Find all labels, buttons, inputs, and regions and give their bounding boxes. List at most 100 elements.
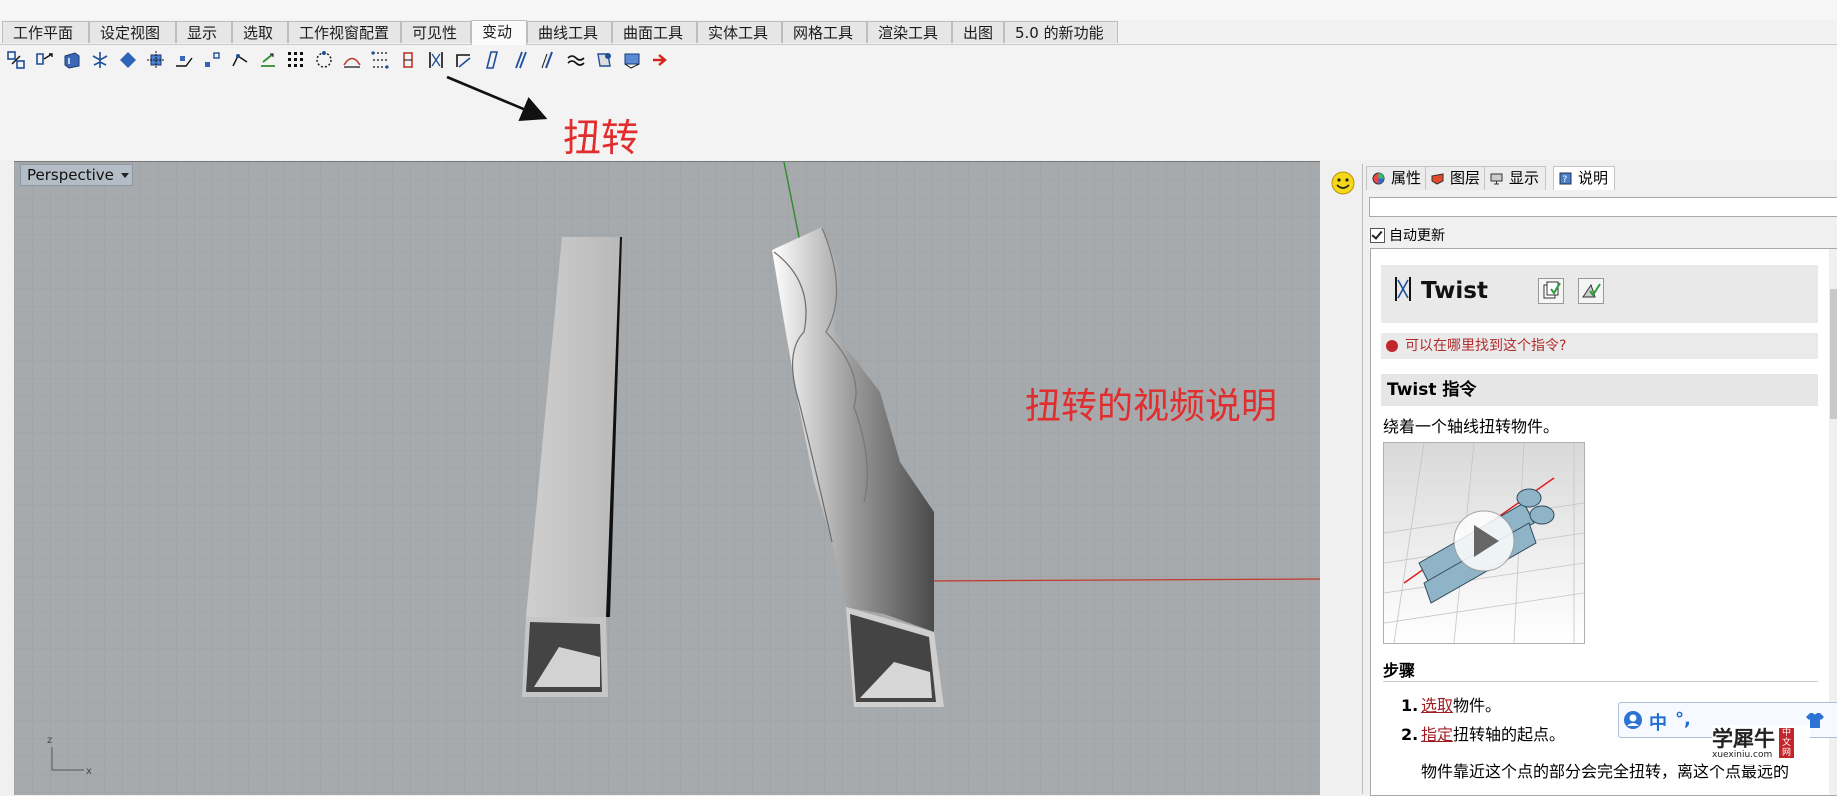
splop-icon[interactable] xyxy=(593,49,615,71)
steps-divider xyxy=(1383,681,1818,682)
smash-icon[interactable] xyxy=(509,49,531,71)
project-icon[interactable] xyxy=(257,49,279,71)
step-link-specify[interactable]: 指定 xyxy=(1421,725,1453,744)
scrollbar-thumb[interactable] xyxy=(1830,289,1837,419)
command-help-input[interactable] xyxy=(1369,197,1837,217)
tab-mesh-tools[interactable]: 网格工具 xyxy=(782,21,867,43)
tab-help[interactable]: ? 说明 xyxy=(1553,166,1616,190)
tab-display-panel[interactable]: 显示 xyxy=(1484,166,1547,190)
panel-divider xyxy=(1320,161,1362,794)
ime-punct[interactable]: °, xyxy=(1675,709,1691,730)
auto-update-label: 自动更新 xyxy=(1389,228,1445,244)
tab-transform[interactable]: 变动 xyxy=(471,20,527,45)
watermark-badge: 中文网 xyxy=(1779,728,1794,758)
mirror-icon[interactable] xyxy=(117,49,139,71)
twist-annotation: 扭转 xyxy=(563,116,640,160)
shear-icon[interactable] xyxy=(481,49,503,71)
step-number: 2. xyxy=(1401,725,1419,744)
viewport-name-label[interactable]: Perspective xyxy=(20,164,133,186)
tab-layers-label: 图层 xyxy=(1450,169,1481,187)
tab-drafting[interactable]: 出图 xyxy=(952,21,1004,43)
checkbox-checked-icon[interactable] xyxy=(1370,227,1385,243)
command-heading: Twist 指令 xyxy=(1381,374,1818,406)
scale-icon[interactable] xyxy=(89,49,111,71)
video-annotation: 扭转的视频说明 xyxy=(1025,386,1278,427)
tab-solid-tools[interactable]: 实体工具 xyxy=(697,21,782,43)
tab-visibility[interactable]: 可见性 xyxy=(401,21,471,43)
title-strip xyxy=(0,0,1837,20)
side-panel: 属性 图层 显示 ? 说明 自动更新 Twist 可以在哪里找到这个指令? Tw… xyxy=(1362,164,1837,796)
tab-properties[interactable]: 属性 xyxy=(1366,166,1429,190)
rotate-icon[interactable] xyxy=(61,49,83,71)
align-icon[interactable] xyxy=(201,49,223,71)
taper-icon[interactable] xyxy=(453,49,475,71)
steps-heading: 步骤 xyxy=(1383,661,1416,680)
twist-command-icon xyxy=(1395,277,1411,301)
tab-whats-new[interactable]: 5.0 的新功能 xyxy=(1004,21,1118,43)
display-icon xyxy=(1490,173,1503,185)
ribbon-tab-bar: 工作平面 设定视图 显示 选取 工作视窗配置 可见性 变动 曲线工具 曲面工具 … xyxy=(0,20,1837,45)
ime-language[interactable]: 中 xyxy=(1649,709,1667,735)
control-points-icon[interactable] xyxy=(397,49,419,71)
where-to-find-link[interactable]: 可以在哪里找到这个指令? xyxy=(1381,333,1818,359)
viewport-scene: z x xyxy=(14,162,1320,795)
help-title: Twist xyxy=(1421,278,1488,304)
set-points-icon[interactable] xyxy=(229,49,251,71)
tab-display-label: 显示 xyxy=(1509,169,1540,187)
tab-workplane[interactable]: 工作平面 xyxy=(2,21,89,43)
step-2: 2. 指定扭转轴的起点。 xyxy=(1401,721,1565,745)
bend-icon[interactable] xyxy=(341,49,363,71)
tab-layers[interactable]: 图层 xyxy=(1425,166,1488,190)
svg-text:x: x xyxy=(86,766,92,777)
step-number: 1. xyxy=(1401,696,1419,715)
move-icon[interactable] xyxy=(5,49,27,71)
twist-icon[interactable] xyxy=(425,49,447,71)
tab-display[interactable]: 显示 xyxy=(176,21,232,43)
expand-plus-icon[interactable] xyxy=(1386,340,1398,352)
squish-icon[interactable] xyxy=(565,49,587,71)
copy-to-clipboard-button[interactable] xyxy=(1538,278,1564,304)
tab-viewport-layout[interactable]: 工作视窗配置 xyxy=(288,21,401,43)
perspective-viewport[interactable]: z x Perspective xyxy=(14,161,1320,795)
viewport-name-text: Perspective xyxy=(27,166,114,184)
layers-icon xyxy=(1431,173,1444,185)
tab-render-tools[interactable]: 渲染工具 xyxy=(867,21,952,43)
chevron-down-icon[interactable] xyxy=(120,173,129,178)
transform-toolbar xyxy=(0,45,1837,160)
auto-update-checkbox[interactable]: 自动更新 xyxy=(1370,225,1445,245)
step-link-select[interactable]: 选取 xyxy=(1421,696,1453,715)
smiley-icon[interactable] xyxy=(1330,170,1356,196)
user-icon[interactable] xyxy=(1623,710,1643,730)
copy-icon[interactable] xyxy=(33,49,55,71)
clipboard-icon xyxy=(1543,281,1561,299)
step-text: 扭转轴的起点。 xyxy=(1453,725,1566,744)
flow-surface-icon[interactable] xyxy=(621,49,643,71)
svg-text:z: z xyxy=(47,735,52,746)
grid-array-icon[interactable] xyxy=(369,49,391,71)
twist-video-preview xyxy=(1383,442,1585,644)
watermark-cn: 学犀牛 xyxy=(1712,726,1775,751)
tab-properties-label: 属性 xyxy=(1391,169,1422,187)
tab-surface-tools[interactable]: 曲面工具 xyxy=(612,21,697,43)
array-icon[interactable] xyxy=(145,49,167,71)
record-history-icon[interactable] xyxy=(649,49,671,71)
help-icon: ? xyxy=(1559,172,1572,185)
tab-select[interactable]: 选取 xyxy=(232,21,288,43)
step-text: 物件。 xyxy=(1453,696,1502,715)
help-header: Twist xyxy=(1381,265,1818,323)
properties-icon xyxy=(1372,172,1385,185)
panel-tab-bar: 属性 图层 显示 ? 说明 xyxy=(1363,166,1837,190)
tab-curve-tools[interactable]: 曲线工具 xyxy=(527,21,612,43)
polar-array-icon[interactable] xyxy=(313,49,335,71)
tab-help-label: 说明 xyxy=(1578,169,1609,187)
stretch-icon[interactable] xyxy=(537,49,559,71)
watermark-en: xuexiniu.com xyxy=(1712,750,1773,760)
command-description: 绕着一个轴线扭转物件。 xyxy=(1383,417,1560,436)
step-1: 1. 选取物件。 xyxy=(1401,692,1501,716)
flow-icon[interactable] xyxy=(285,49,307,71)
where-to-find-text: 可以在哪里找到这个指令? xyxy=(1405,338,1567,354)
video-thumbnail[interactable] xyxy=(1383,442,1585,644)
orient-icon[interactable] xyxy=(173,49,195,71)
tab-set-view[interactable]: 设定视图 xyxy=(89,21,176,43)
run-command-button[interactable] xyxy=(1578,278,1604,304)
